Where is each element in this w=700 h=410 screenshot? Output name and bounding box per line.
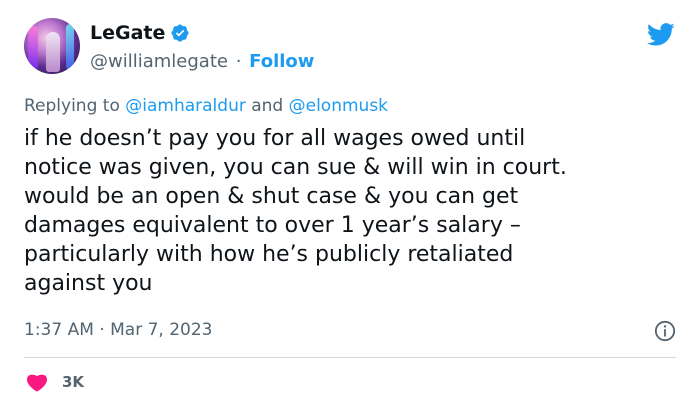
heart-icon: [26, 374, 48, 392]
mention-link-1[interactable]: @iamharaldur: [125, 96, 246, 116]
twitter-bird-icon[interactable]: [644, 20, 678, 48]
avatar[interactable]: [24, 18, 80, 74]
tweet-card: LeGate @williamlegate · Follow Replying …: [0, 0, 700, 410]
tweet-date: Mar 7, 2023: [110, 320, 213, 340]
divider: [24, 357, 676, 358]
like-button[interactable]: 3K: [26, 372, 84, 392]
mention-link-2[interactable]: @elonmusk: [289, 96, 388, 116]
info-icon[interactable]: [654, 320, 676, 342]
verified-badge-icon: [171, 24, 189, 42]
follow-button[interactable]: Follow: [249, 51, 314, 72]
replying-prefix: Replying to: [24, 96, 120, 116]
replying-to-line: Replying to @iamharaldur and @elonmusk: [24, 96, 388, 116]
author-name[interactable]: LeGate: [90, 22, 165, 44]
avatar-neon-left: [28, 26, 38, 70]
avatar-neon-right: [66, 24, 74, 70]
tweet-time: 1:37 AM: [24, 320, 94, 340]
replying-conjunction: and: [251, 96, 284, 116]
handle-row: @williamlegate · Follow: [90, 51, 314, 72]
avatar-figure: [46, 32, 60, 72]
tweet-timestamp[interactable]: 1:37 AM · Mar 7, 2023: [24, 320, 212, 340]
handle-separator: ·: [235, 51, 242, 72]
meta-separator: ·: [99, 320, 105, 340]
like-count: 3K: [62, 373, 85, 391]
author-name-row: LeGate: [90, 22, 190, 44]
tweet-text: if he doesn’t pay you for all wages owed…: [24, 126, 567, 296]
author-handle[interactable]: @williamlegate: [90, 51, 228, 72]
